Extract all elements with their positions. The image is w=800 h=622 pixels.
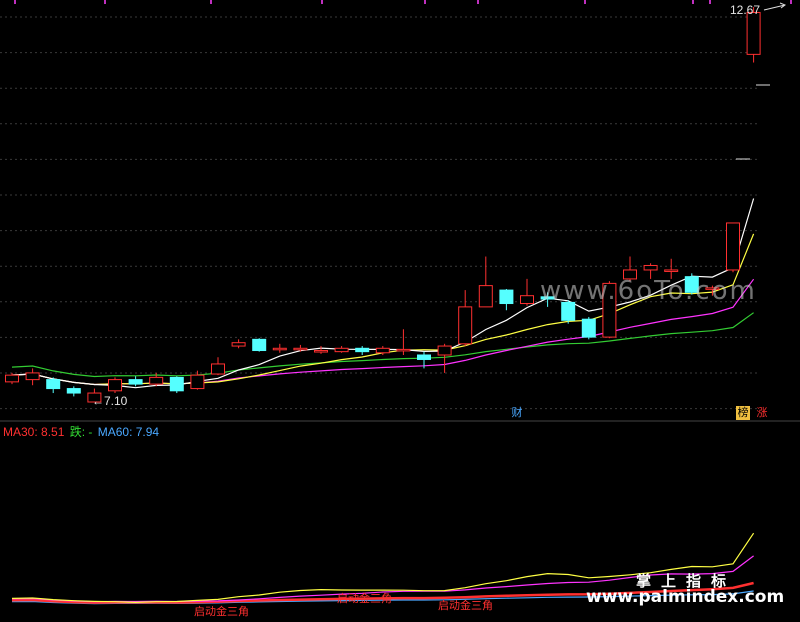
candle <box>581 316 596 340</box>
candle <box>46 377 61 394</box>
candle <box>355 346 370 356</box>
candle-body <box>581 318 596 338</box>
candle-body <box>108 379 122 392</box>
candle <box>252 338 267 352</box>
candle-body <box>643 264 658 271</box>
candle <box>396 329 411 356</box>
price-low-value: 7.10 <box>104 394 128 408</box>
indicator-legend: MA30: 8.51 跌: - MA60: 7.94 <box>3 423 161 440</box>
candle-body <box>211 363 225 375</box>
stock-chart: 12.67 ←7.10 财 榜 涨 MA30: 8.51 跌: - MA60: … <box>0 0 800 622</box>
candle-body <box>334 347 349 353</box>
candle-body <box>520 295 534 305</box>
candle <box>211 357 225 376</box>
candle-body <box>231 342 246 347</box>
signal-label: 启动金三角 <box>337 593 392 605</box>
candle-body <box>149 376 164 385</box>
ma-yellow-line <box>11 233 755 386</box>
ranking-badge[interactable]: 榜 <box>736 406 750 420</box>
candle-body <box>272 347 287 351</box>
candle-body <box>355 347 370 353</box>
candle <box>520 278 534 306</box>
candle <box>726 222 740 273</box>
finance-badge[interactable]: 财 <box>510 406 524 420</box>
candle-body <box>190 374 205 390</box>
candle-body <box>5 374 19 383</box>
candle-body <box>46 379 61 390</box>
candle-body <box>25 372 40 381</box>
watermark-top: www.6oTo.com <box>540 276 757 306</box>
candle <box>128 376 143 387</box>
candle <box>25 368 40 386</box>
ma30-legend: MA30: 8.51 <box>3 425 65 439</box>
candle-body <box>437 345 452 356</box>
candle-body <box>664 269 679 272</box>
candle <box>190 370 205 390</box>
candle-body <box>293 347 308 351</box>
candle-body <box>314 350 328 353</box>
candle <box>66 386 81 397</box>
price-high-label: 12.67 <box>730 3 761 17</box>
candle <box>437 343 452 373</box>
watermark-url: www.palmindex.com <box>586 587 785 607</box>
candle <box>334 346 349 353</box>
candle <box>478 256 493 308</box>
candle-body <box>169 376 184 392</box>
candle <box>314 346 328 354</box>
candle-body <box>458 306 473 345</box>
candle-body <box>746 11 761 55</box>
candle-body <box>128 379 143 385</box>
candle-body <box>417 354 431 360</box>
price-low-label: ←7.10 <box>92 394 128 408</box>
candle <box>458 290 473 347</box>
candle-body <box>252 338 267 352</box>
price-grid <box>0 0 800 422</box>
candlesticks <box>5 7 761 403</box>
ma60-legend: MA60: 7.94 <box>97 425 160 439</box>
candle <box>272 343 287 353</box>
candle-body <box>375 347 390 354</box>
candle <box>169 376 184 394</box>
high-arrow <box>763 2 787 11</box>
candle <box>108 377 122 394</box>
candle-body <box>726 222 740 271</box>
candle-body <box>478 285 493 308</box>
candle-body <box>499 289 514 305</box>
signal-label: 启动金三角 <box>194 606 249 618</box>
signal-label: 启动金三角 <box>438 600 493 612</box>
candle <box>231 339 246 349</box>
candle-body <box>66 388 81 394</box>
die-legend: 跌: - <box>69 425 93 439</box>
chart-canvas <box>0 0 800 605</box>
limit-up-badge[interactable]: 涨 <box>755 406 769 420</box>
candle-body <box>396 348 411 352</box>
candle <box>499 288 514 311</box>
